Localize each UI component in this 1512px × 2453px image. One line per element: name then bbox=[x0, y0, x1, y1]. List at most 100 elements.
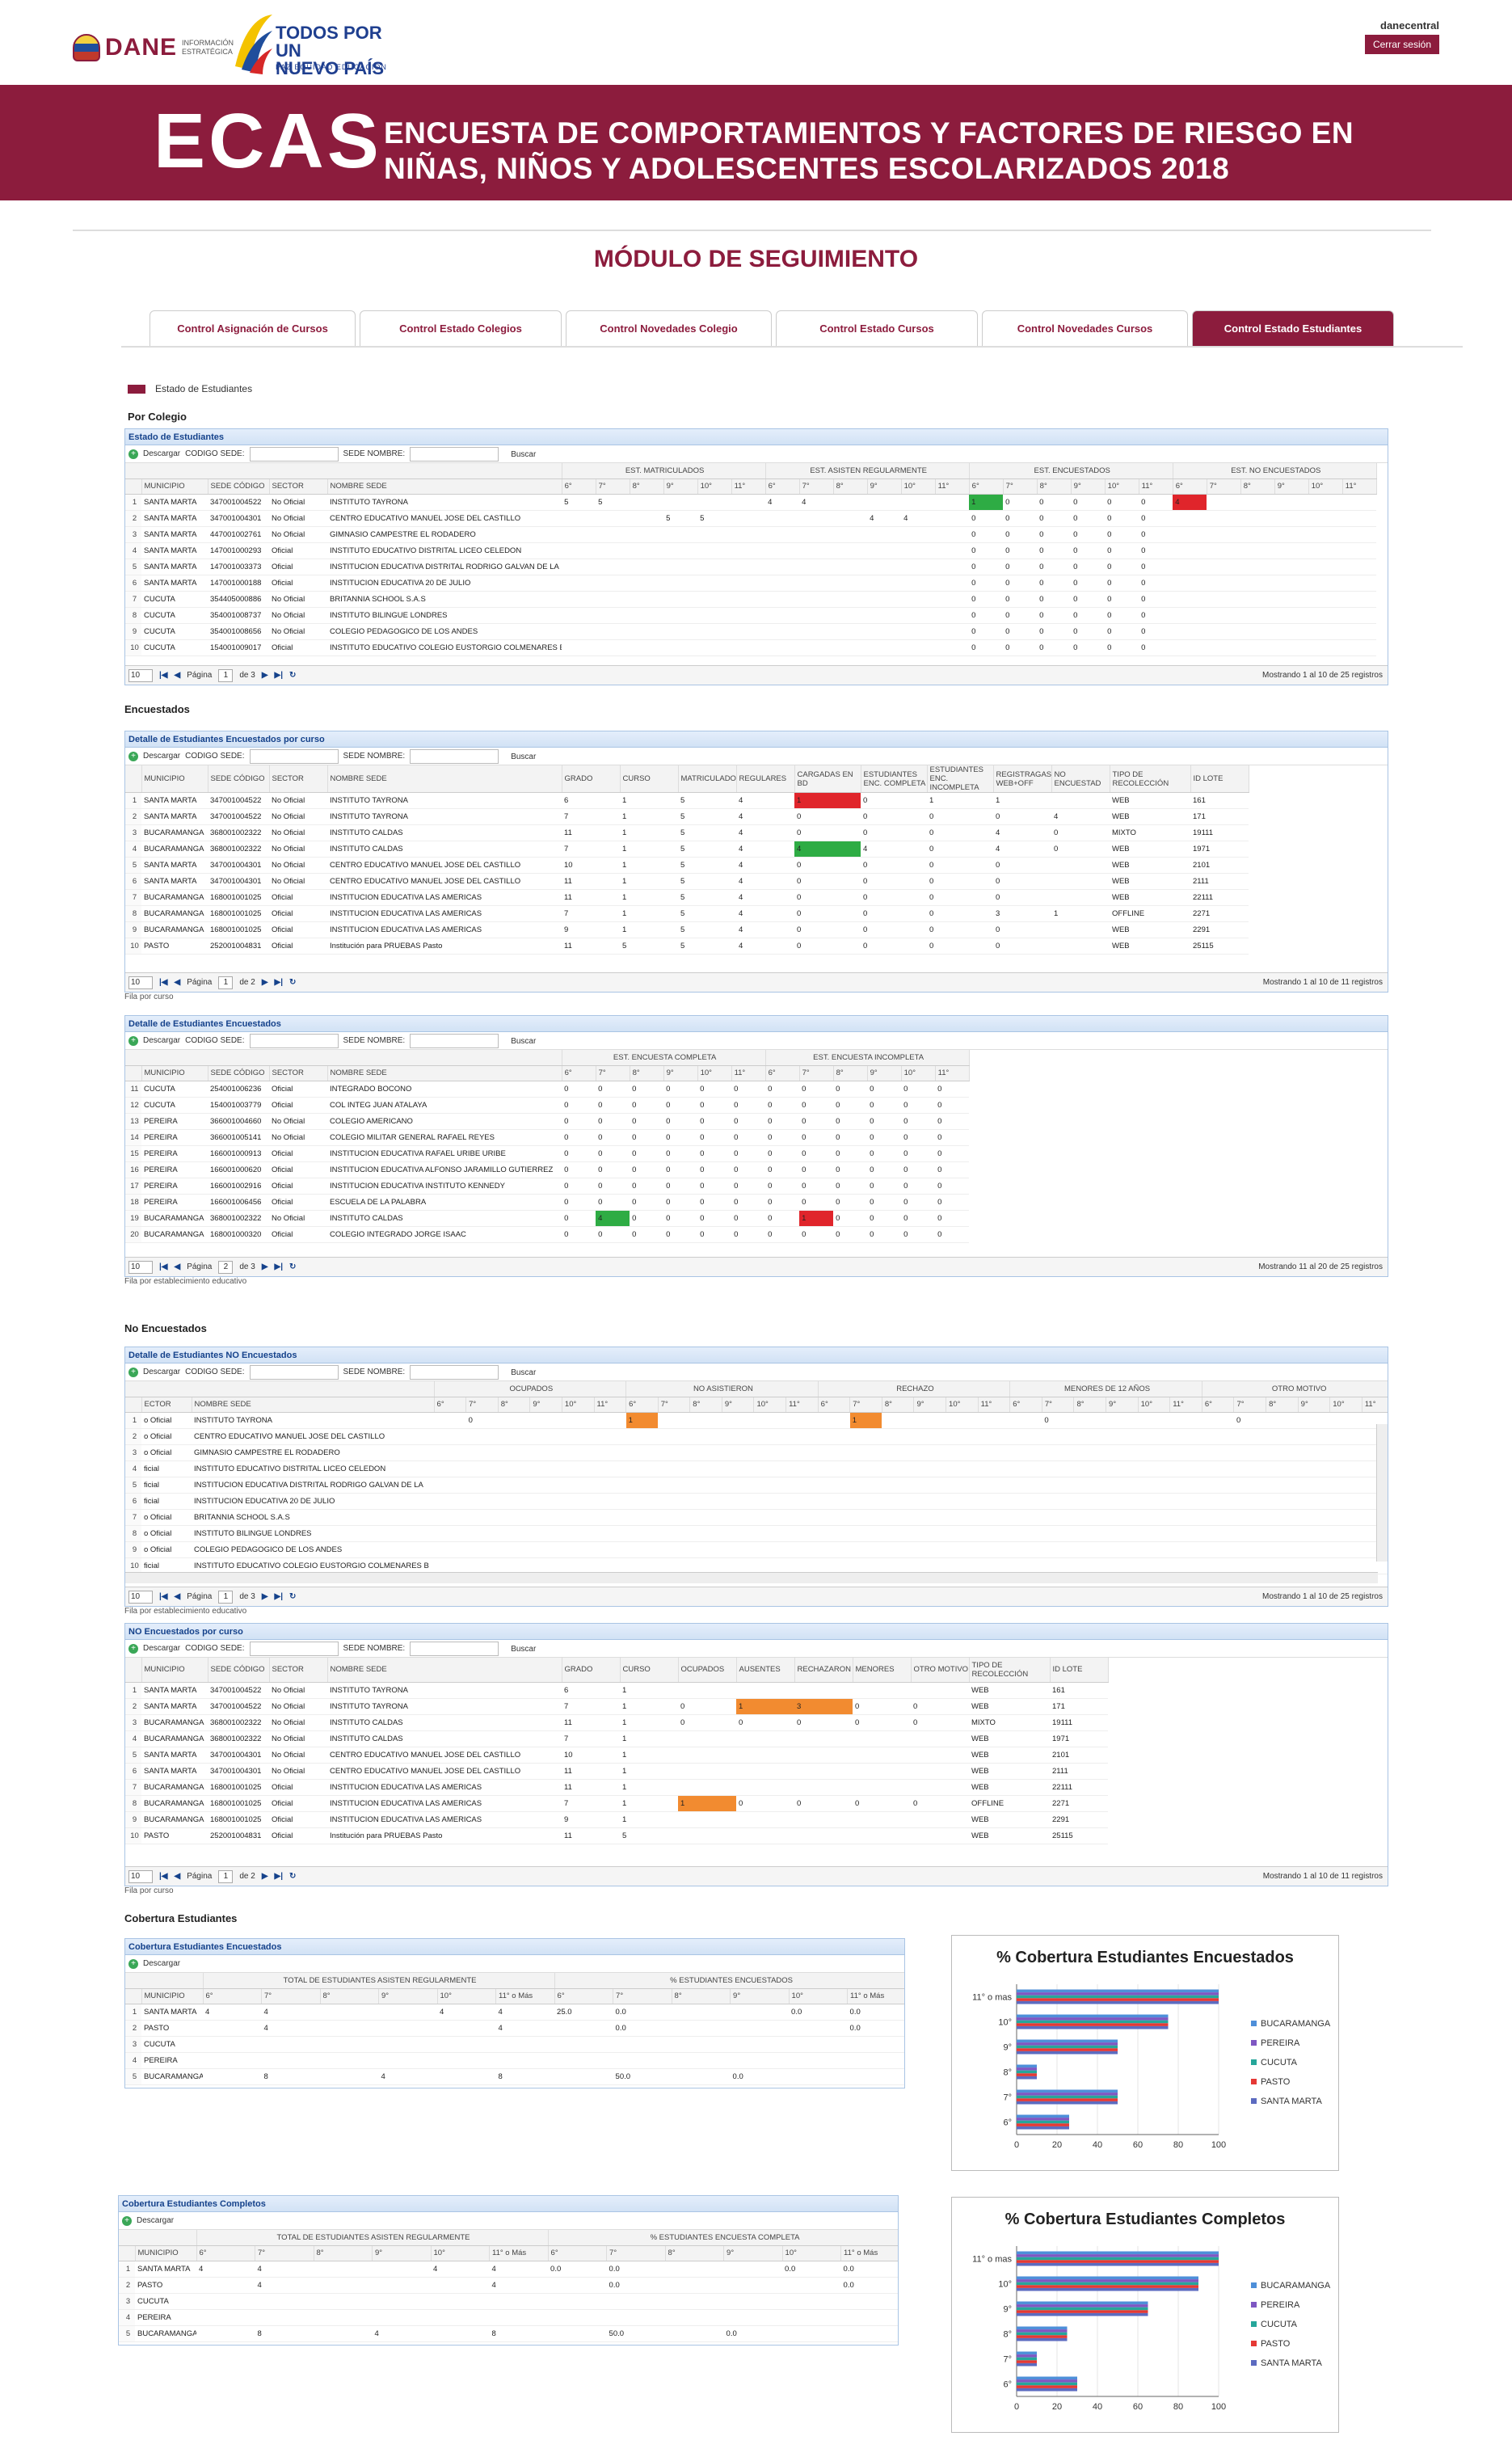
table-row[interactable]: 7o Oficial BRITANNIA SCHOOL S.A.S bbox=[125, 1509, 1388, 1526]
tab-control-novedades-cursos[interactable]: Control Novedades Cursos bbox=[982, 310, 1188, 346]
next-page-icon[interactable]: ▶ bbox=[262, 1872, 268, 1881]
table-row[interactable]: 8o Oficial INSTITUTO BILINGUE LONDRES bbox=[125, 1525, 1388, 1542]
sede-nombre-input[interactable] bbox=[410, 748, 499, 764]
codigo-sede-input[interactable] bbox=[249, 748, 339, 764]
table-row[interactable]: 5 SANTA MARTA 347001004301 No Oficial CENTRO… bbox=[125, 857, 1249, 874]
table-row[interactable]: 2 PASTO 4 4 0.0 0.0 bbox=[119, 2277, 898, 2294]
buscar-button[interactable]: Buscar bbox=[503, 1034, 543, 1048]
table-row[interactable]: 3 BUCARAMANGA 368001002322 No Oficial INSTIT… bbox=[125, 1714, 1108, 1731]
horizontal-scrollbar[interactable] bbox=[125, 1572, 1378, 1583]
codigo-sede-input[interactable] bbox=[249, 446, 339, 462]
table-row[interactable]: 20 BUCARAMANGA 168001000320 Oficial COLEGIO … bbox=[125, 1226, 970, 1243]
table-row[interactable]: 11 CUCUTA 254001006236 Oficial INTEGRADO BOC… bbox=[125, 1081, 970, 1098]
last-page-icon[interactable]: ▶| bbox=[275, 978, 284, 987]
table-row[interactable]: 3 CUCUTA bbox=[119, 2293, 898, 2310]
table-row[interactable]: 5 BUCARAMANGA 8 4 8 50.0 0.0 bbox=[125, 2068, 904, 2085]
prev-page-icon[interactable]: ◀ bbox=[175, 978, 181, 987]
table-row[interactable]: 2 PASTO 4 4 0.0 0.0 bbox=[125, 2020, 904, 2037]
table-row[interactable]: 2 SANTA MARTA 347001004301 No Oficial CENTRO… bbox=[125, 510, 1377, 527]
sede-nombre-input[interactable] bbox=[410, 1641, 499, 1656]
page-size-select[interactable]: 10 bbox=[128, 976, 153, 989]
table-row[interactable]: 16 PEREIRA 166001000620 Oficial INSTITUCION … bbox=[125, 1161, 970, 1178]
table-row[interactable]: 9 CUCUTA 354001008656 No Oficial COLEGIO PED… bbox=[125, 623, 1377, 640]
download-button[interactable]: Descargar bbox=[137, 2216, 174, 2225]
page-size-select[interactable]: 10 bbox=[128, 1590, 153, 1604]
table-row[interactable]: 12 CUCUTA 154001003779 Oficial COL INTEG JUA… bbox=[125, 1097, 970, 1114]
table-row[interactable]: 9 BUCARAMANGA 168001001025 Oficial INSTITUCI… bbox=[125, 921, 1249, 938]
download-button[interactable]: Descargar bbox=[143, 752, 180, 761]
table-row[interactable]: 13 PEREIRA 366001004660 No Oficial COLEGIO A… bbox=[125, 1113, 970, 1130]
table-row[interactable]: 1 SANTA MARTA 347001004522 No Oficial INSTIT… bbox=[125, 792, 1249, 809]
download-button[interactable]: Descargar bbox=[143, 1036, 180, 1045]
table-row[interactable]: 1 SANTA MARTA 347001004522 No Oficial INSTIT… bbox=[125, 1682, 1108, 1699]
sede-nombre-input[interactable] bbox=[410, 1033, 499, 1048]
buscar-button[interactable]: Buscar bbox=[503, 1365, 543, 1380]
page-input[interactable]: 2 bbox=[218, 1260, 234, 1274]
table-row[interactable]: 8 BUCARAMANGA 168001001025 Oficial INSTITUCI… bbox=[125, 1795, 1108, 1812]
table-row[interactable]: 10 PASTO 252001004831 Oficial Institución pa… bbox=[125, 938, 1249, 955]
download-icon[interactable]: + bbox=[128, 1367, 138, 1377]
download-icon[interactable]: + bbox=[122, 2215, 132, 2226]
refresh-icon[interactable]: ↻ bbox=[289, 671, 296, 680]
next-page-icon[interactable]: ▶ bbox=[262, 978, 268, 987]
prev-page-icon[interactable]: ◀ bbox=[175, 1872, 181, 1881]
table-row[interactable]: 5 BUCARAMANGA 8 4 8 50.0 0.0 bbox=[119, 2325, 898, 2342]
download-button[interactable]: Descargar bbox=[143, 1959, 180, 1968]
first-page-icon[interactable]: |◀ bbox=[159, 671, 168, 680]
table-row[interactable]: 5 SANTA MARTA 147001003373 Oficial INSTITUCI… bbox=[125, 558, 1377, 575]
buscar-button[interactable]: Buscar bbox=[503, 749, 543, 764]
prev-page-icon[interactable]: ◀ bbox=[175, 1262, 181, 1271]
refresh-icon[interactable]: ↻ bbox=[289, 1262, 296, 1271]
next-page-icon[interactable]: ▶ bbox=[262, 1262, 268, 1271]
table-row[interactable]: 15 PEREIRA 166001000913 Oficial INSTITUCION … bbox=[125, 1145, 970, 1162]
first-page-icon[interactable]: |◀ bbox=[159, 1872, 168, 1881]
table-row[interactable]: 3 BUCARAMANGA 368001002322 No Oficial INSTIT… bbox=[125, 824, 1249, 841]
page-size-select[interactable]: 10 bbox=[128, 1869, 153, 1883]
prev-page-icon[interactable]: ◀ bbox=[175, 671, 181, 680]
table-row[interactable]: 4 PEREIRA bbox=[125, 2052, 904, 2069]
logout-button[interactable]: Cerrar sesión bbox=[1364, 35, 1439, 54]
table-row[interactable]: 4 BUCARAMANGA 368001002322 No Oficial INSTIT… bbox=[125, 1730, 1108, 1747]
page-size-select[interactable]: 10 bbox=[128, 668, 153, 682]
page-input[interactable]: 1 bbox=[218, 1869, 234, 1883]
table-row[interactable]: 1o Oficial INSTITUTO TAYRONA 0 1 1 0 0 bbox=[125, 1412, 1388, 1429]
table-row[interactable]: 2o Oficial CENTRO EDUCATIVO MANUEL JOSE D… bbox=[125, 1428, 1388, 1445]
table-row[interactable]: 10 ficial INSTITUTO EDUCATIVO COLEGIO EUST… bbox=[125, 1557, 1388, 1574]
table-row[interactable]: 6 ficial INSTITUCION EDUCATIVA 20 DE JULIO bbox=[125, 1493, 1388, 1510]
next-page-icon[interactable]: ▶ bbox=[262, 1592, 268, 1601]
table-row[interactable]: 6 SANTA MARTA 347001004301 No Oficial CENTRO… bbox=[125, 873, 1249, 890]
table-row[interactable]: 9 BUCARAMANGA 168001001025 Oficial INSTITUCI… bbox=[125, 1811, 1108, 1828]
download-button[interactable]: Descargar bbox=[143, 1644, 180, 1653]
buscar-button[interactable]: Buscar bbox=[503, 1642, 543, 1656]
table-row[interactable]: 4 ficial INSTITUTO EDUCATIVO DISTRITAL LIC… bbox=[125, 1460, 1388, 1477]
last-page-icon[interactable]: ▶| bbox=[275, 1872, 284, 1881]
table-row[interactable]: 3 SANTA MARTA 447001002761 No Oficial GIMNAS… bbox=[125, 526, 1377, 543]
table-row[interactable]: 1 SANTA MARTA 347001004522 No Oficial INSTIT… bbox=[125, 494, 1377, 511]
download-icon[interactable]: + bbox=[128, 449, 138, 459]
refresh-icon[interactable]: ↻ bbox=[289, 1592, 296, 1601]
next-page-icon[interactable]: ▶ bbox=[262, 671, 268, 680]
first-page-icon[interactable]: |◀ bbox=[159, 978, 168, 987]
table-row[interactable]: 19 BUCARAMANGA 368001002322 No Oficial INSTI… bbox=[125, 1210, 970, 1227]
table-row[interactable]: 7 BUCARAMANGA 168001001025 Oficial INSTITUCI… bbox=[125, 889, 1249, 906]
buscar-button[interactable]: Buscar bbox=[503, 447, 543, 462]
tab-control-estado-colegios[interactable]: Control Estado Colegios bbox=[360, 310, 562, 346]
table-row[interactable]: 4 BUCARAMANGA 368001002322 No Oficial INSTIT… bbox=[125, 841, 1249, 858]
table-row[interactable]: 18 PEREIRA 166001006456 Oficial ESCUELA DE L… bbox=[125, 1194, 970, 1211]
table-row[interactable]: 4 PEREIRA bbox=[119, 2309, 898, 2326]
vertical-scrollbar[interactable] bbox=[1376, 1424, 1388, 1562]
sede-nombre-input[interactable] bbox=[410, 1364, 499, 1380]
table-row[interactable]: 9o Oficial COLEGIO PEDAGOGICO DE LOS ANDE… bbox=[125, 1541, 1388, 1558]
table-row[interactable]: 7 CUCUTA 354405000886 No Oficial BRITANNIA S… bbox=[125, 591, 1377, 608]
tab-control-estado-cursos[interactable]: Control Estado Cursos bbox=[776, 310, 978, 346]
codigo-sede-input[interactable] bbox=[249, 1364, 339, 1380]
table-row[interactable]: 8 BUCARAMANGA 168001001025 Oficial INSTITUCI… bbox=[125, 905, 1249, 922]
sede-nombre-input[interactable] bbox=[410, 446, 499, 462]
download-icon[interactable]: + bbox=[128, 1643, 138, 1654]
first-page-icon[interactable]: |◀ bbox=[159, 1592, 168, 1601]
download-icon[interactable]: + bbox=[128, 1035, 138, 1046]
tab-control-asignacion-cursos[interactable]: Control Asignación de Cursos bbox=[150, 310, 356, 346]
page-input[interactable]: 1 bbox=[218, 668, 234, 682]
refresh-icon[interactable]: ↻ bbox=[289, 1872, 296, 1881]
tab-control-novedades-colegio[interactable]: Control Novedades Colegio bbox=[566, 310, 772, 346]
